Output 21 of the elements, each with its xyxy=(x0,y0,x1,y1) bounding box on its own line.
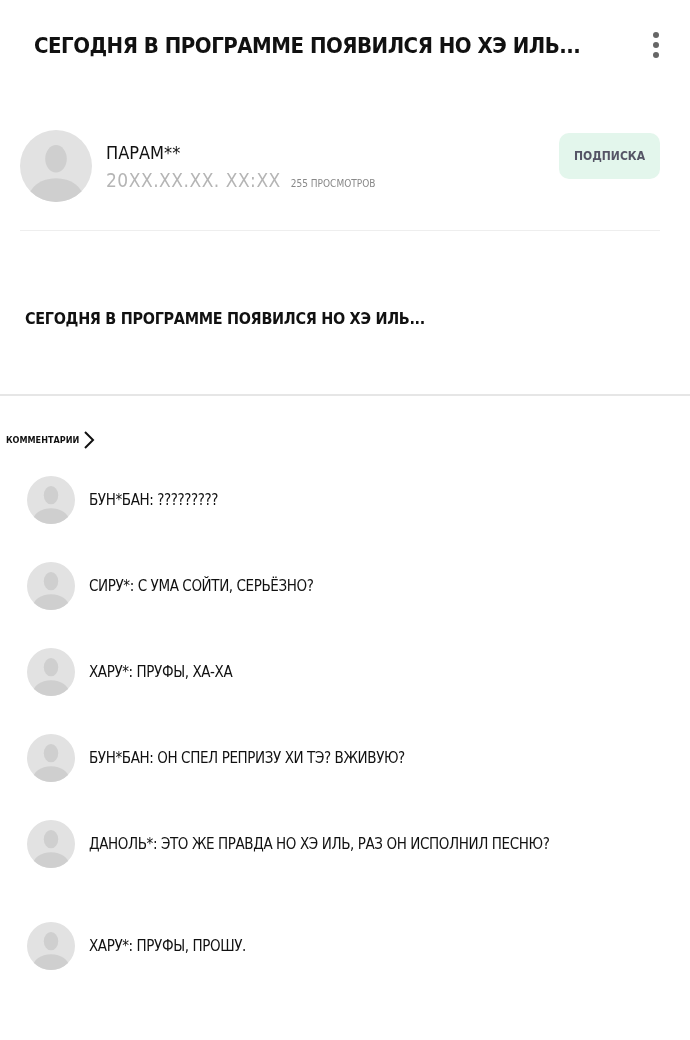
avatar-icon xyxy=(27,820,75,868)
more-menu-icon[interactable] xyxy=(652,31,660,59)
avatar-icon xyxy=(27,648,75,696)
post-text: СЕГОДНЯ В ПРОГРАММЕ ПОЯВИЛСЯ НО ХЭ ИЛЬ... xyxy=(25,309,426,328)
comments-link[interactable]: КОММЕНТАРИИ xyxy=(6,430,96,450)
post-date: 20XX.XX.XX. XX:XX xyxy=(106,168,281,191)
page-title: СЕГОДНЯ В ПРОГРАММЕ ПОЯВИЛСЯ НО ХЭ ИЛЬ... xyxy=(34,32,581,58)
avatar-icon xyxy=(27,476,75,524)
avatar-icon xyxy=(27,562,75,610)
comment-text: ХАРУ*: ПРУФЫ, ПРОШУ. xyxy=(89,937,246,955)
comment-text: ДАНОЛЬ*: ЭТО ЖЕ ПРАВДА НО ХЭ ИЛЬ, РАЗ ОН ИСПОЛНИЛ ПЕСНЮ? xyxy=(89,835,550,853)
avatar-icon xyxy=(27,922,75,970)
author-name: ПАРАМ** xyxy=(106,141,182,163)
comment-text: БУН*БАН: ОН СПЕЛ РЕПРИЗУ ХИ ТЭ? ВЖИВУЮ? xyxy=(89,749,405,767)
view-count: 255 ПРОСМОТРОВ xyxy=(290,177,376,189)
subscribe-button[interactable]: ПОДПИСКА xyxy=(559,133,660,179)
chevron-right-icon xyxy=(83,430,96,450)
comment-text: СИРУ*: С УМА СОЙТИ, СЕРЬЁЗНО? xyxy=(89,577,314,595)
comment-text: ХАРУ*: ПРУФЫ, ХА-ХА xyxy=(89,663,233,681)
comment-text: БУН*БАН: ????????? xyxy=(89,491,219,509)
avatar-icon xyxy=(27,734,75,782)
